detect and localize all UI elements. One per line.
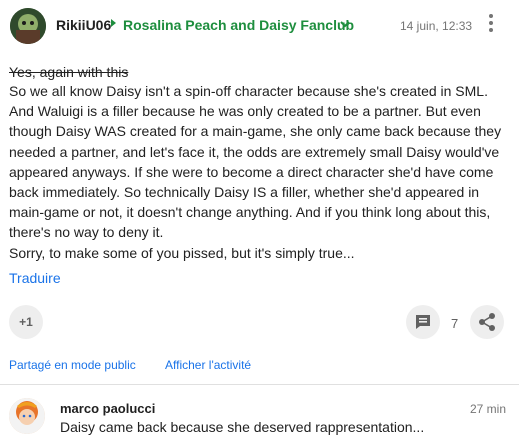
comment-count: 7 xyxy=(451,316,459,331)
plus-one-button[interactable]: +1 xyxy=(9,305,43,339)
more-vert-icon[interactable] xyxy=(484,12,498,36)
share-icon xyxy=(479,313,495,331)
community-arrow-icon xyxy=(111,19,116,27)
comment-author-name[interactable]: marco paolucci xyxy=(60,401,155,416)
author-avatar[interactable] xyxy=(10,8,46,44)
strikethrough-line: Yes, again with this xyxy=(9,64,129,80)
comment-author-avatar[interactable] xyxy=(9,398,45,434)
share-button[interactable] xyxy=(470,305,504,339)
divider xyxy=(0,384,519,385)
translate-link[interactable]: Traduire xyxy=(9,270,61,286)
post-paragraph: Sorry, to make some of you pissed, but i… xyxy=(9,244,355,261)
author-name[interactable]: RikiiU06 xyxy=(56,17,111,33)
post-paragraph: So we all know Daisy isn't a spin-off ch… xyxy=(9,83,502,241)
show-activity-link[interactable]: Afficher l'activité xyxy=(165,358,251,372)
community-link[interactable]: Rosalina Peach and Daisy Fanclub xyxy=(123,17,354,33)
comment-button[interactable] xyxy=(406,305,440,339)
shared-public-link[interactable]: Partagé en mode public xyxy=(9,358,136,372)
post-timestamp: 14 juin, 12:33 xyxy=(400,19,473,33)
post-body: So we all know Daisy isn't a spin-off ch… xyxy=(9,81,509,263)
comment-text: Daisy came back because she deserved rap… xyxy=(60,419,425,435)
post-header: RikiiU06 Rosalina Peach and Daisy Fanclu… xyxy=(0,0,519,56)
comment-timestamp: 27 min xyxy=(470,402,507,416)
chevron-down-icon[interactable] xyxy=(339,18,351,30)
comment-icon xyxy=(416,315,430,329)
